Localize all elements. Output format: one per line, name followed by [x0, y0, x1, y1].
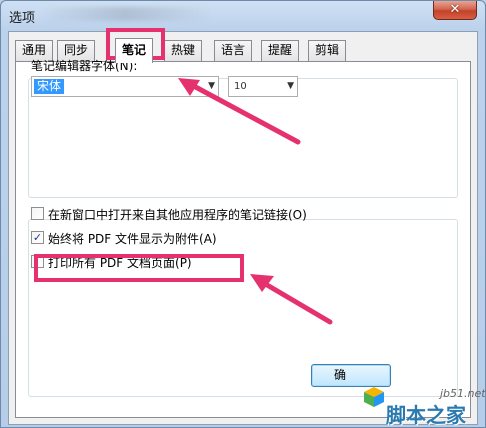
- annotation-arrows: [178, 78, 333, 325]
- cube-logo-icon: [364, 387, 384, 407]
- watermark-name: 脚本之家: [386, 403, 466, 427]
- arrow-to-tab: [178, 78, 301, 145]
- arrow-to-option: [250, 274, 333, 325]
- tab-label: 笔记: [122, 43, 147, 57]
- tab-notes[interactable]: 笔记: [115, 38, 154, 63]
